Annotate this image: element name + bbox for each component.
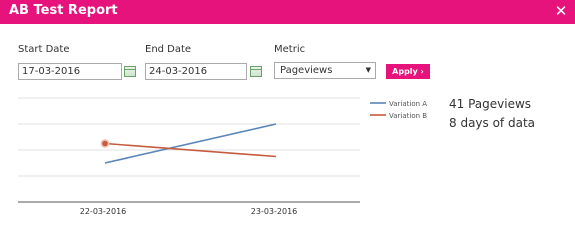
chart-lines [100, 123, 277, 164]
series-point [100, 139, 110, 148]
x-axis-ticks: 22-03-2016 23-03-2016 [80, 207, 298, 216]
x-tick-label: 23-03-2016 [251, 207, 298, 216]
pageviews-stat: 41 Pageviews [449, 97, 532, 111]
chart-legend: Variation A Variation B [370, 100, 427, 120]
days-stat: 8 days of data [449, 116, 535, 130]
legend-label: Variation A [389, 100, 427, 108]
series-line-1 [104, 123, 277, 164]
x-tick-label: 22-03-2016 [80, 207, 127, 216]
legend-label: Variation B [389, 112, 427, 120]
